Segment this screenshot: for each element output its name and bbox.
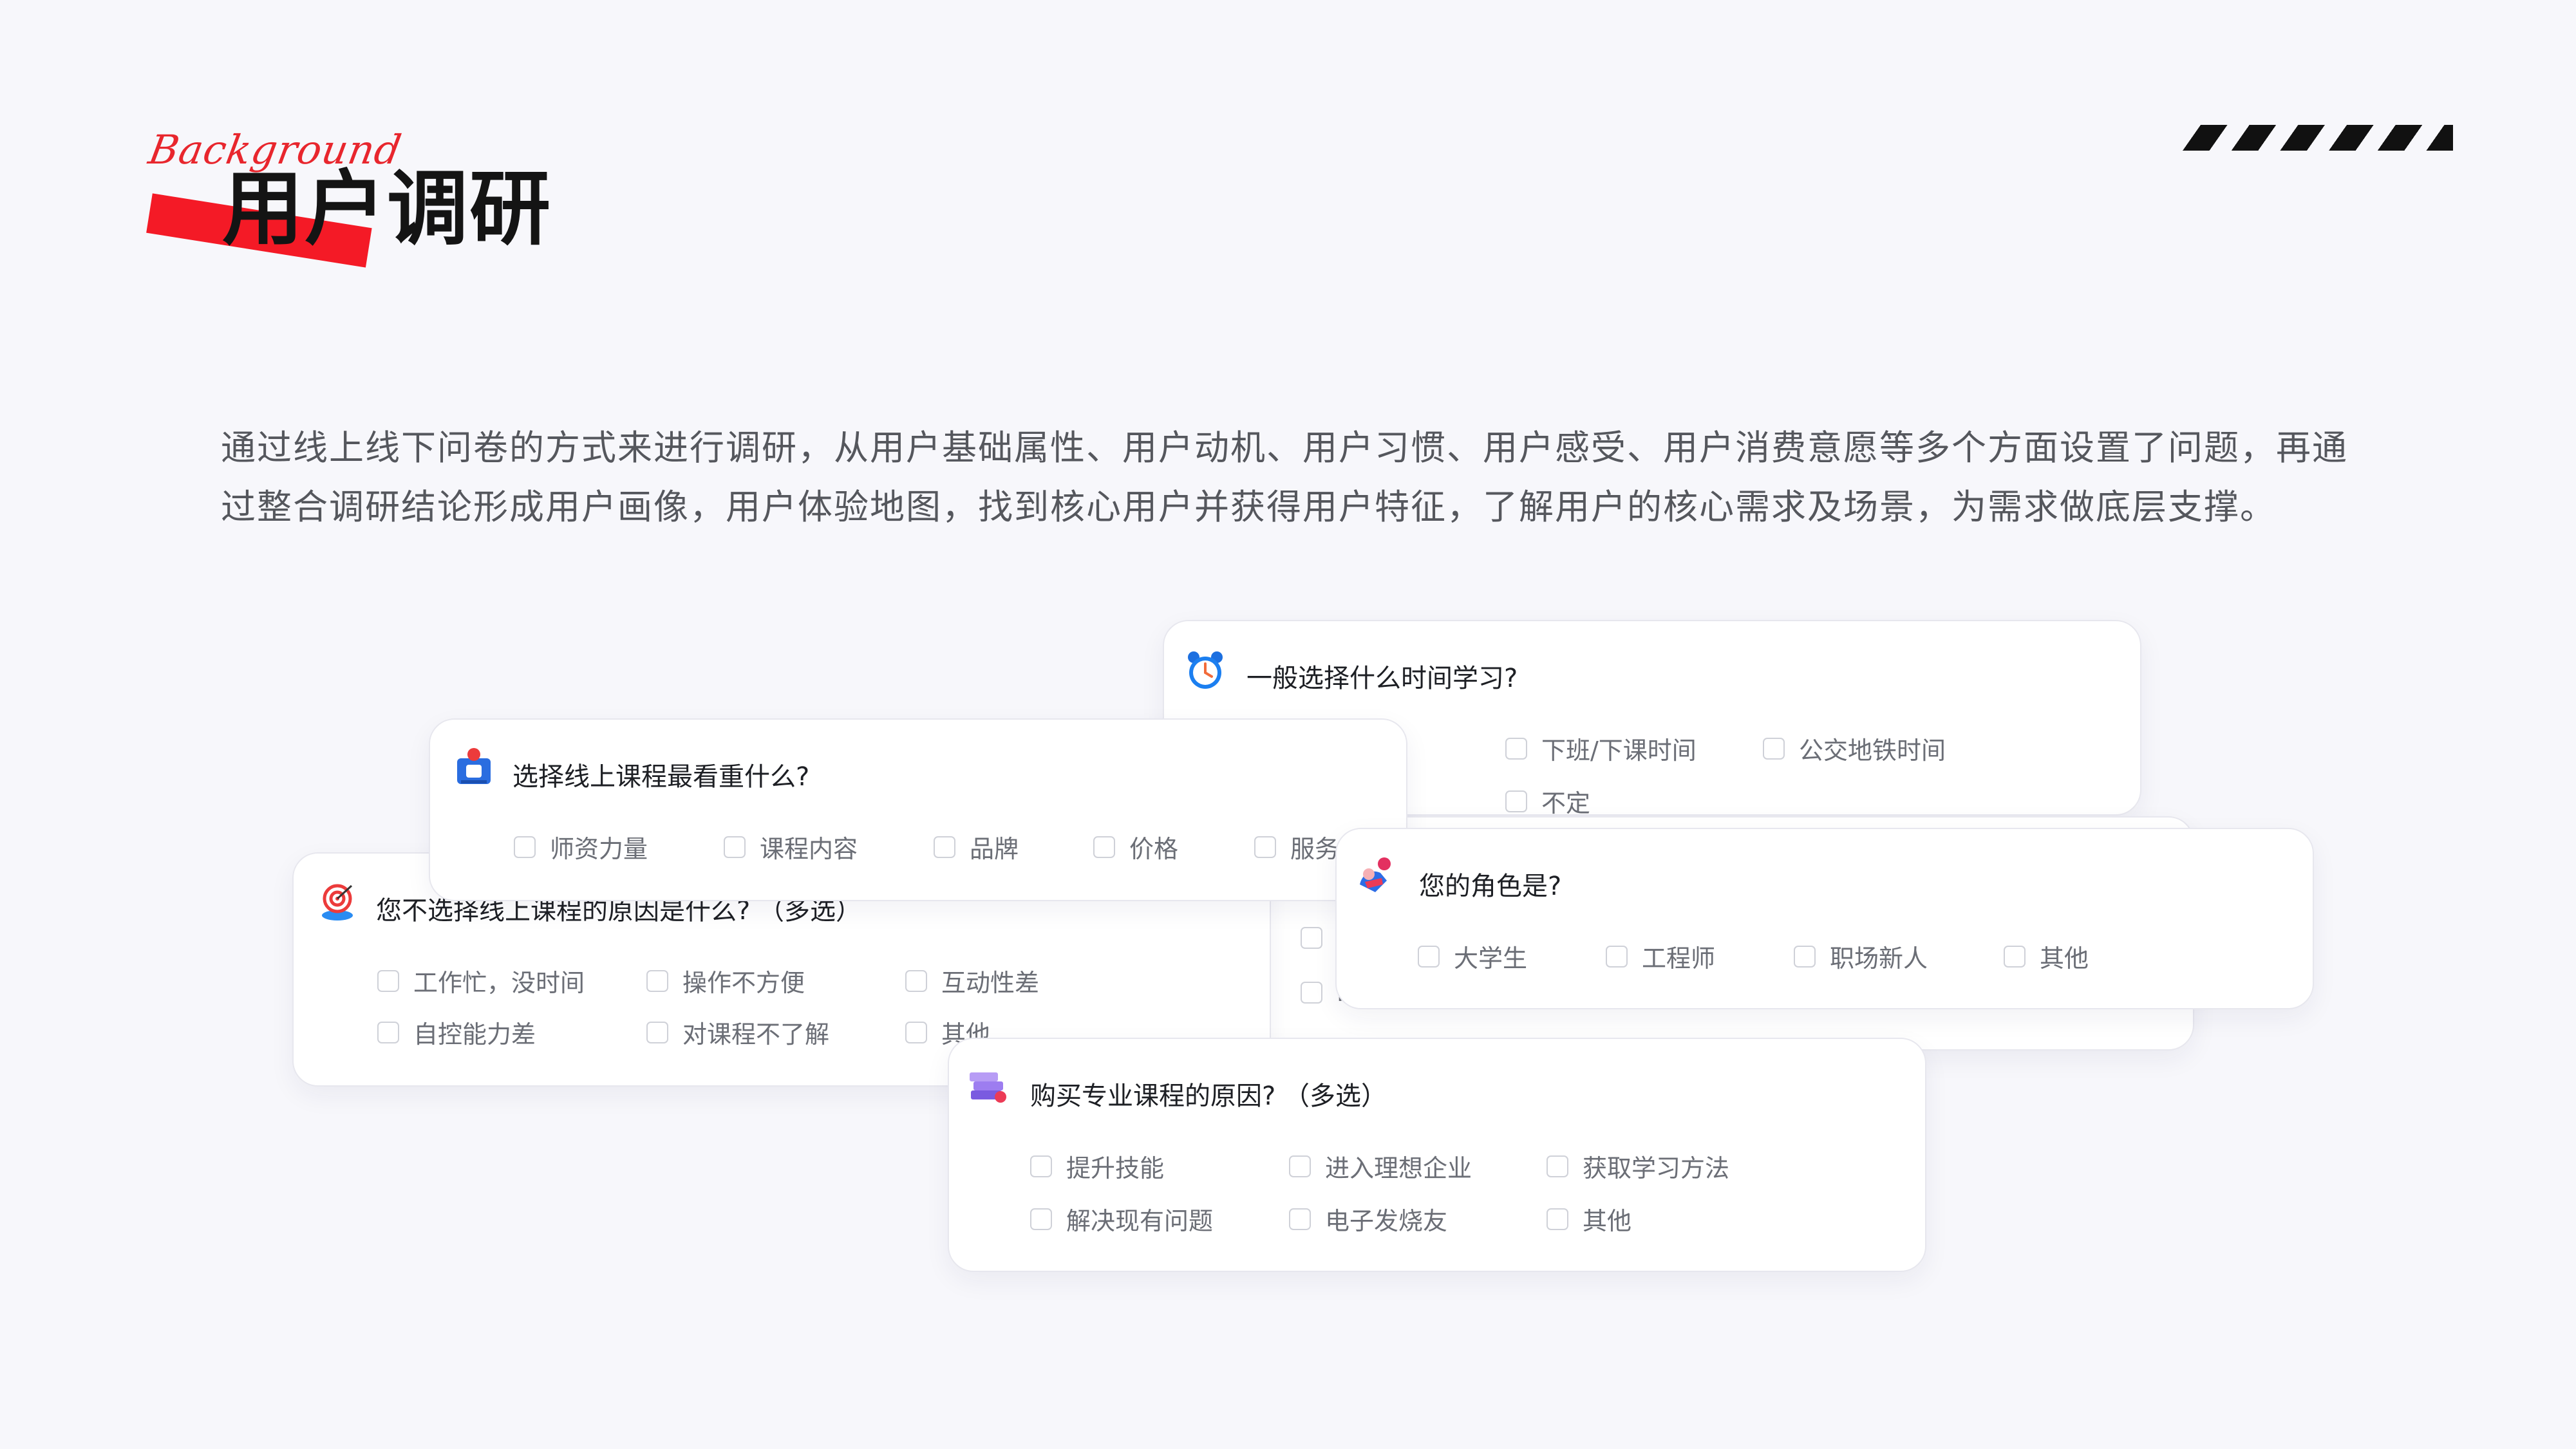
- option-checkbox[interactable]: 提升技能: [1030, 1148, 1164, 1184]
- option-checkbox[interactable]: [1301, 927, 1337, 949]
- option-label: 互动性差: [941, 969, 1040, 997]
- checkbox[interactable]: [1289, 1208, 1311, 1230]
- checkbox[interactable]: [1547, 1208, 1568, 1230]
- option-label: 其他: [2040, 944, 2089, 973]
- option-label: 工作忙，没时间: [413, 969, 585, 997]
- slide: Background 用户调研 通过线上线下问卷的方式来进行调研，从用户基础属性…: [0, 0, 2576, 1449]
- option-checkbox[interactable]: 不定: [1505, 783, 1591, 816]
- checkbox[interactable]: [377, 969, 399, 992]
- checkbox[interactable]: [514, 836, 536, 858]
- option-label: 不定: [1541, 789, 1591, 816]
- option-label: 职场新人: [1830, 944, 1928, 973]
- checkbox[interactable]: [1030, 1208, 1052, 1230]
- option-label: 电子发烧友: [1325, 1207, 1448, 1235]
- option-label: 操作不方便: [682, 969, 805, 997]
- checkbox[interactable]: [1093, 836, 1115, 858]
- option-label: 课程内容: [760, 835, 858, 863]
- option-label: 解决现有问题: [1066, 1207, 1214, 1235]
- checkbox[interactable]: [1505, 790, 1527, 812]
- option-checkbox[interactable]: 其他: [2004, 939, 2089, 974]
- option-label: 师资力量: [550, 835, 648, 863]
- option-label: 对课程不了解: [682, 1020, 830, 1049]
- option-checkbox[interactable]: 职场新人: [1794, 939, 1928, 974]
- checkbox[interactable]: [1606, 945, 1628, 968]
- checkbox[interactable]: [1301, 927, 1322, 949]
- checkbox[interactable]: [1794, 945, 1816, 968]
- option-label: 服务: [1290, 835, 1340, 863]
- option-label: 下班/下课时间: [1541, 736, 1697, 765]
- checkbox[interactable]: [1289, 1155, 1311, 1177]
- question-title: 购买专业课程的原因? （多选）: [1030, 1081, 1387, 1111]
- option-checkbox[interactable]: 自控能力差: [377, 1014, 536, 1050]
- checkbox[interactable]: [1547, 1155, 1568, 1177]
- option-checkbox[interactable]: 对课程不了解: [646, 1014, 829, 1050]
- books-icon: [967, 1065, 1008, 1106]
- option-checkbox[interactable]: 其他: [1547, 1201, 1631, 1237]
- question-title: 您的角色是?: [1419, 872, 1562, 901]
- survey-card-buy: 购买专业课程的原因? （多选） 提升技能 进入理想企业 获取学习方法 解决现有问…: [948, 1038, 1926, 1272]
- option-checkbox[interactable]: 解决现有问题: [1030, 1201, 1213, 1237]
- question-title: 选择线上课程最看重什么?: [512, 762, 810, 792]
- target-icon: [317, 881, 358, 922]
- option-label: 自控能力差: [413, 1020, 536, 1049]
- checkbox[interactable]: [377, 1021, 399, 1043]
- checkbox[interactable]: [1254, 836, 1276, 858]
- option-label: 获取学习方法: [1583, 1154, 1730, 1183]
- checkbox[interactable]: [1763, 737, 1785, 760]
- checkbox[interactable]: [905, 969, 927, 992]
- checkbox[interactable]: [905, 1021, 927, 1043]
- user-laptop-icon: [453, 745, 494, 787]
- option-checkbox[interactable]: 进入理想企业: [1289, 1148, 1472, 1184]
- option-checkbox[interactable]: 工程师: [1606, 939, 1715, 974]
- option-checkbox[interactable]: 工作忙，没时间: [377, 963, 585, 998]
- checkbox[interactable]: [646, 1021, 668, 1043]
- option-checkbox[interactable]: 价格: [1093, 829, 1178, 865]
- option-checkbox[interactable]: 公交地铁时间: [1763, 731, 1946, 766]
- checkbox[interactable]: [1505, 737, 1527, 760]
- checkbox[interactable]: [1418, 945, 1440, 968]
- option-checkbox[interactable]: 互动性差: [905, 963, 1039, 998]
- role-person-icon: [1356, 855, 1397, 896]
- page-title: 用户调研: [222, 162, 552, 256]
- alarm-clock-icon: [1185, 650, 1226, 691]
- option-checkbox[interactable]: 师资力量: [514, 829, 648, 865]
- option-checkbox[interactable]: 服务: [1254, 829, 1339, 865]
- option-label: 提升技能: [1066, 1154, 1165, 1183]
- option-checkbox[interactable]: 获取学习方法: [1547, 1148, 1729, 1184]
- option-checkbox[interactable]: 下班/下课时间: [1505, 731, 1697, 766]
- checkbox[interactable]: [2004, 945, 2026, 968]
- option-checkbox[interactable]: 操作不方便: [646, 963, 805, 998]
- checkbox[interactable]: [1301, 982, 1322, 1004]
- survey-card-role: 您的角色是? 大学生 工程师 职场新人 其他: [1335, 828, 2314, 1009]
- option-label: 价格: [1129, 835, 1179, 863]
- intro-paragraph: 通过线上线下问卷的方式来进行调研，从用户基础属性、用户动机、用户习惯、用户感受、…: [221, 427, 2348, 527]
- option-checkbox[interactable]: 课程内容: [724, 829, 858, 865]
- question-title: 一般选择什么时间学习?: [1246, 664, 1518, 693]
- option-checkbox[interactable]: 电子发烧友: [1289, 1201, 1447, 1237]
- option-label: 品牌: [970, 835, 1019, 863]
- option-label: 工程师: [1642, 944, 1716, 973]
- option-label: 进入理想企业: [1325, 1154, 1472, 1183]
- option-label: 公交地铁时间: [1799, 736, 1946, 765]
- checkbox[interactable]: [934, 836, 955, 858]
- survey-card-course: 选择线上课程最看重什么? 师资力量 课程内容 品牌 价格 服务: [429, 718, 1407, 901]
- checkbox[interactable]: [1030, 1155, 1052, 1177]
- checkbox[interactable]: [646, 969, 668, 992]
- checkbox[interactable]: [724, 836, 746, 858]
- stripe-decoration: [2183, 125, 2453, 151]
- option-label: 大学生: [1454, 944, 1528, 973]
- option-label: 其他: [1583, 1207, 1632, 1235]
- option-checkbox[interactable]: 大学生: [1418, 939, 1527, 974]
- option-checkbox[interactable]: 品牌: [934, 829, 1019, 865]
